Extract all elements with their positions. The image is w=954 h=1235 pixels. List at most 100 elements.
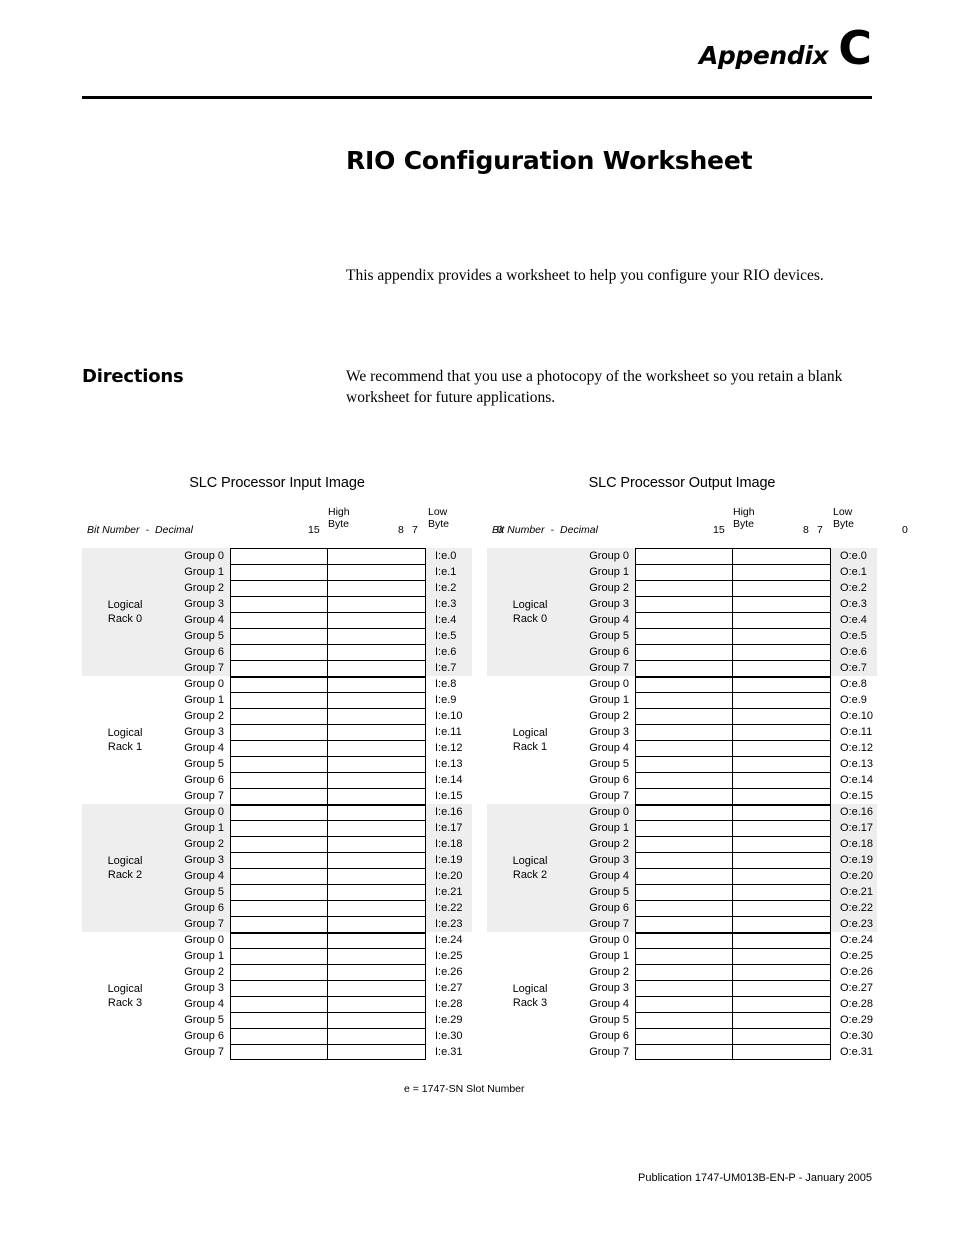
low-byte-input-cell[interactable]: [328, 949, 425, 964]
high-byte-input-cell[interactable]: [636, 565, 733, 580]
high-byte-input-cell[interactable]: [231, 549, 328, 564]
low-byte-input-cell[interactable]: [328, 773, 425, 788]
high-byte-input-cell[interactable]: [636, 678, 733, 692]
low-byte-input-cell[interactable]: [328, 565, 425, 580]
low-byte-input-cell[interactable]: [328, 901, 425, 916]
low-byte-input-cell[interactable]: [328, 549, 425, 564]
high-byte-input-cell[interactable]: [636, 1013, 733, 1028]
low-byte-input-cell[interactable]: [328, 917, 425, 932]
low-byte-input-cell[interactable]: [733, 709, 830, 724]
high-byte-input-cell[interactable]: [636, 789, 733, 804]
high-byte-input-cell[interactable]: [231, 965, 328, 980]
low-byte-input-cell[interactable]: [328, 709, 425, 724]
low-byte-input-cell[interactable]: [733, 997, 830, 1012]
high-byte-input-cell[interactable]: [636, 997, 733, 1012]
low-byte-input-cell[interactable]: [328, 997, 425, 1012]
low-byte-input-cell[interactable]: [328, 661, 425, 676]
low-byte-input-cell[interactable]: [733, 869, 830, 884]
low-byte-input-cell[interactable]: [733, 678, 830, 692]
low-byte-input-cell[interactable]: [733, 853, 830, 868]
low-byte-input-cell[interactable]: [328, 934, 425, 948]
low-byte-input-cell[interactable]: [733, 741, 830, 756]
low-byte-input-cell[interactable]: [733, 629, 830, 644]
high-byte-input-cell[interactable]: [231, 773, 328, 788]
high-byte-input-cell[interactable]: [636, 709, 733, 724]
low-byte-input-cell[interactable]: [328, 678, 425, 692]
low-byte-input-cell[interactable]: [328, 965, 425, 980]
high-byte-input-cell[interactable]: [231, 821, 328, 836]
low-byte-input-cell[interactable]: [733, 597, 830, 612]
high-byte-input-cell[interactable]: [636, 806, 733, 820]
high-byte-input-cell[interactable]: [231, 581, 328, 596]
high-byte-input-cell[interactable]: [231, 693, 328, 708]
low-byte-input-cell[interactable]: [328, 757, 425, 772]
high-byte-input-cell[interactable]: [231, 725, 328, 740]
high-byte-input-cell[interactable]: [636, 741, 733, 756]
low-byte-input-cell[interactable]: [733, 981, 830, 996]
low-byte-input-cell[interactable]: [328, 1029, 425, 1044]
low-byte-input-cell[interactable]: [733, 934, 830, 948]
high-byte-input-cell[interactable]: [231, 1045, 328, 1059]
low-byte-input-cell[interactable]: [733, 725, 830, 740]
high-byte-input-cell[interactable]: [636, 725, 733, 740]
low-byte-input-cell[interactable]: [733, 757, 830, 772]
high-byte-input-cell[interactable]: [636, 629, 733, 644]
high-byte-input-cell[interactable]: [231, 645, 328, 660]
low-byte-input-cell[interactable]: [733, 565, 830, 580]
high-byte-input-cell[interactable]: [231, 1029, 328, 1044]
high-byte-input-cell[interactable]: [231, 757, 328, 772]
low-byte-input-cell[interactable]: [328, 581, 425, 596]
high-byte-input-cell[interactable]: [231, 885, 328, 900]
high-byte-input-cell[interactable]: [636, 949, 733, 964]
high-byte-input-cell[interactable]: [231, 837, 328, 852]
high-byte-input-cell[interactable]: [636, 613, 733, 628]
low-byte-input-cell[interactable]: [328, 629, 425, 644]
high-byte-input-cell[interactable]: [636, 917, 733, 932]
low-byte-input-cell[interactable]: [733, 613, 830, 628]
low-byte-input-cell[interactable]: [328, 981, 425, 996]
high-byte-input-cell[interactable]: [636, 549, 733, 564]
low-byte-input-cell[interactable]: [328, 869, 425, 884]
low-byte-input-cell[interactable]: [733, 837, 830, 852]
high-byte-input-cell[interactable]: [636, 934, 733, 948]
high-byte-input-cell[interactable]: [231, 789, 328, 804]
high-byte-input-cell[interactable]: [636, 965, 733, 980]
low-byte-input-cell[interactable]: [733, 773, 830, 788]
low-byte-input-cell[interactable]: [733, 549, 830, 564]
low-byte-input-cell[interactable]: [733, 949, 830, 964]
high-byte-input-cell[interactable]: [231, 565, 328, 580]
high-byte-input-cell[interactable]: [231, 934, 328, 948]
high-byte-input-cell[interactable]: [231, 901, 328, 916]
high-byte-input-cell[interactable]: [231, 678, 328, 692]
low-byte-input-cell[interactable]: [328, 741, 425, 756]
low-byte-input-cell[interactable]: [328, 613, 425, 628]
high-byte-input-cell[interactable]: [636, 901, 733, 916]
low-byte-input-cell[interactable]: [328, 725, 425, 740]
low-byte-input-cell[interactable]: [328, 837, 425, 852]
high-byte-input-cell[interactable]: [231, 997, 328, 1012]
high-byte-input-cell[interactable]: [636, 1045, 733, 1059]
high-byte-input-cell[interactable]: [636, 661, 733, 676]
high-byte-input-cell[interactable]: [231, 917, 328, 932]
low-byte-input-cell[interactable]: [733, 693, 830, 708]
high-byte-input-cell[interactable]: [636, 645, 733, 660]
high-byte-input-cell[interactable]: [636, 773, 733, 788]
low-byte-input-cell[interactable]: [328, 1013, 425, 1028]
high-byte-input-cell[interactable]: [636, 693, 733, 708]
low-byte-input-cell[interactable]: [733, 789, 830, 804]
high-byte-input-cell[interactable]: [231, 949, 328, 964]
low-byte-input-cell[interactable]: [733, 581, 830, 596]
low-byte-input-cell[interactable]: [733, 965, 830, 980]
high-byte-input-cell[interactable]: [636, 981, 733, 996]
high-byte-input-cell[interactable]: [231, 661, 328, 676]
low-byte-input-cell[interactable]: [328, 1045, 425, 1059]
low-byte-input-cell[interactable]: [733, 917, 830, 932]
low-byte-input-cell[interactable]: [733, 1045, 830, 1059]
high-byte-input-cell[interactable]: [636, 1029, 733, 1044]
low-byte-input-cell[interactable]: [328, 821, 425, 836]
high-byte-input-cell[interactable]: [636, 757, 733, 772]
low-byte-input-cell[interactable]: [328, 597, 425, 612]
high-byte-input-cell[interactable]: [231, 853, 328, 868]
low-byte-input-cell[interactable]: [328, 645, 425, 660]
high-byte-input-cell[interactable]: [636, 837, 733, 852]
